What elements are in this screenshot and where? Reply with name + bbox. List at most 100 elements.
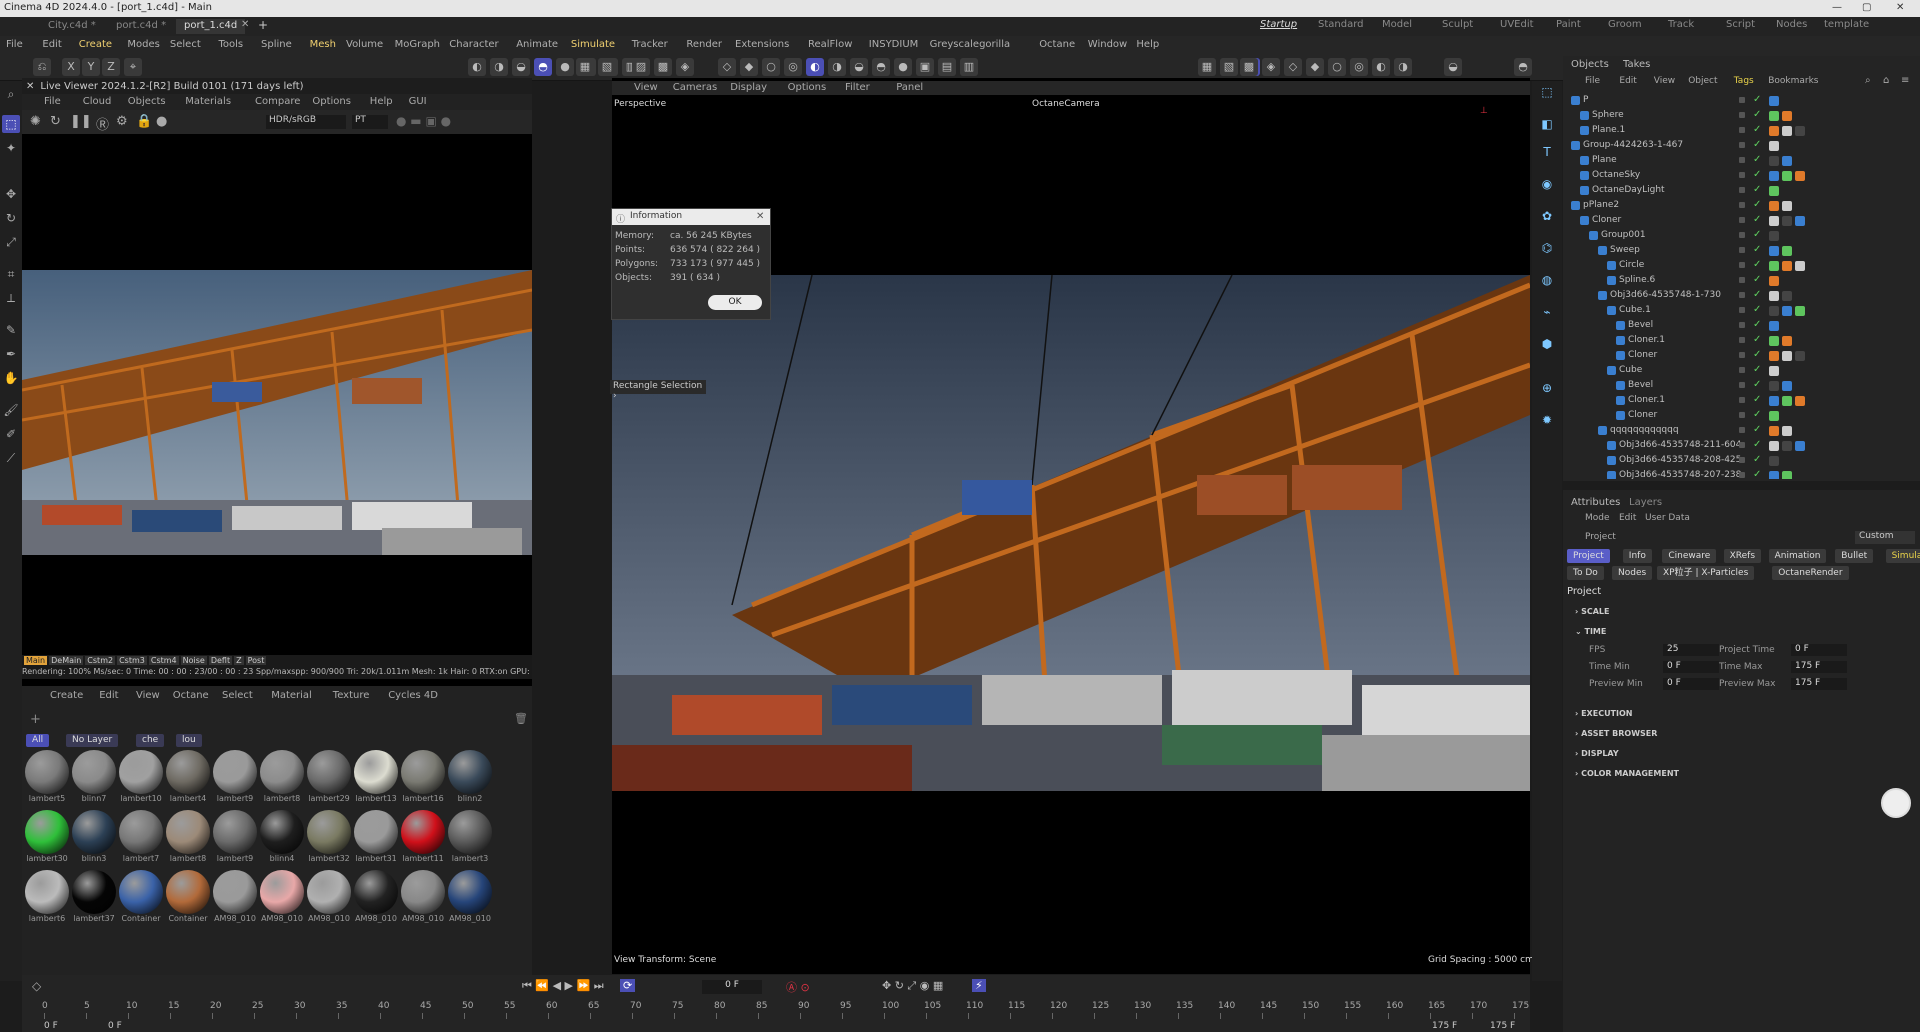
coord-y-button[interactable]: Y [82,58,100,76]
end-frame[interactable]: 175 F [1490,1021,1515,1031]
object-row[interactable]: Bevel ✓ [1563,319,1920,334]
current-frame-field[interactable]: 0 F [702,980,762,994]
material-swatch[interactable]: lambert31 [353,810,399,863]
object-tag-icon[interactable] [1782,261,1792,271]
material-menu-create[interactable]: Create [50,690,83,701]
material-swatch[interactable]: lambert37 [71,870,117,923]
section-time[interactable]: ⌄ TIME [1575,627,1606,636]
menu-realflow[interactable]: RealFlow [808,39,852,50]
material-swatch[interactable]: AM98_010 [353,870,399,923]
layout-track[interactable]: Track [1668,19,1694,30]
menu-file[interactable]: File [6,39,23,50]
visibility-icon[interactable] [1739,337,1745,343]
object-tag-icon[interactable] [1769,246,1779,256]
object-row[interactable]: P ✓ [1563,94,1920,109]
menu-edit[interactable]: Edit [42,39,61,50]
material-swatch[interactable]: Container [165,870,211,923]
enabled-check-icon[interactable]: ✓ [1753,94,1761,105]
enabled-check-icon[interactable]: ✓ [1753,259,1761,270]
object-tag-icon[interactable] [1795,351,1805,361]
menu-tools[interactable]: Tools [219,39,244,50]
live-menu-compare[interactable]: Compare [255,96,300,107]
layer-filter-all[interactable]: All [26,734,50,747]
object-row[interactable]: Sweep ✓ [1563,244,1920,259]
toolbar-tool-icon[interactable]: ● [556,58,574,76]
object-tag-icon[interactable] [1782,336,1792,346]
enabled-check-icon[interactable]: ✓ [1753,109,1761,120]
view-icon[interactable]: ⬚ [1538,85,1556,103]
toolbar-tool-icon[interactable]: ▦ [1198,58,1216,76]
file-tab-port-1[interactable]: port_1.c4d [176,19,246,34]
enabled-check-icon[interactable]: ✓ [1753,229,1761,240]
menu-greyscalegorilla[interactable]: Greyscalegorilla [930,39,1011,50]
enabled-check-icon[interactable]: ✓ [1753,334,1761,345]
field-value[interactable]: 175 F [1791,678,1847,690]
enabled-check-icon[interactable]: ✓ [1753,469,1761,479]
toolbar-tool-icon[interactable]: ◑ [828,58,846,76]
coord-z-button[interactable]: Z [102,58,120,76]
enabled-check-icon[interactable]: ✓ [1753,319,1761,330]
field-value[interactable]: 0 F [1663,678,1719,690]
generator-icon[interactable]: ⬢ [1538,337,1556,355]
environment-icon[interactable]: ⊕ [1538,381,1556,399]
object-row[interactable]: OctaneSky ✓ [1563,169,1920,184]
close-tab-icon[interactable]: ✕ [241,19,249,30]
visibility-icon[interactable] [1739,157,1745,163]
enabled-check-icon[interactable]: ✓ [1753,379,1761,390]
visibility-icon[interactable] [1739,292,1745,298]
menu-insydium[interactable]: INSYDIUM [869,39,918,50]
enabled-check-icon[interactable]: ✓ [1753,154,1761,165]
toolbar-tool-icon[interactable]: ▣ [916,58,934,76]
attr-tab-info[interactable]: Info [1622,549,1652,563]
render-pass-chip[interactable]: Main [24,656,48,665]
attr-tab-cineware[interactable]: Cineware [1662,549,1717,563]
enabled-check-icon[interactable]: ✓ [1753,364,1761,375]
search-icon[interactable]: ⌕ [1865,75,1871,86]
visibility-icon[interactable] [1739,367,1745,373]
visibility-icon[interactable] [1739,412,1745,418]
region-render-icon[interactable]: Ⓡ [96,114,109,133]
viewport-menu-view[interactable]: View [634,82,658,93]
attr-tab-row2[interactable]: XP粒子 | X-Particles [1657,566,1755,580]
material-menu-view[interactable]: View [136,690,160,701]
axis-icon[interactable]: ⟂ [2,289,20,307]
enabled-check-icon[interactable]: ✓ [1753,304,1761,315]
visibility-icon[interactable] [1739,142,1745,148]
toolbar-tool-icon[interactable]: ◎ [784,58,802,76]
object-row[interactable]: Spline.6 ✓ [1563,274,1920,289]
preview-start-frame[interactable]: 0 F [108,1021,122,1031]
selection-tool-icon[interactable]: ⬚ [2,115,20,133]
visibility-icon[interactable] [1739,97,1745,103]
scale-tool-icon[interactable]: ⤢ [2,233,20,251]
object-tag-icon[interactable] [1769,291,1779,301]
section-scale[interactable]: › SCALE [1575,607,1609,616]
material-swatch[interactable]: AM98_010 [259,870,305,923]
layout-paint[interactable]: Paint [1556,19,1581,30]
object-row[interactable]: Obj3d66-4535748-207-238 ✓ [1563,469,1920,479]
attr-tab-bullet[interactable]: Bullet [1835,549,1874,563]
menu-window[interactable]: Window [1088,39,1127,50]
toolbar-tool-icon[interactable]: ◆ [740,58,758,76]
object-tag-icon[interactable] [1782,471,1792,479]
layout-uvedit[interactable]: UVEdit [1500,19,1534,30]
object-tag-icon[interactable] [1782,216,1792,226]
attr-tab-row2[interactable]: Nodes [1612,566,1653,580]
toolbar-tool-icon[interactable]: ○ [1328,58,1346,76]
visibility-icon[interactable] [1739,112,1745,118]
render-pass-chip[interactable]: Post [245,656,267,665]
viewport-menu-display[interactable]: Display [730,82,767,93]
object-tag-icon[interactable] [1782,441,1792,451]
render-pass-chip[interactable]: Z [234,656,244,665]
object-row[interactable]: Cloner.1 ✓ [1563,334,1920,349]
loop-icon[interactable]: ⟳ [620,979,636,992]
object-tag-icon[interactable] [1782,381,1792,391]
object-tag-icon[interactable] [1782,171,1792,181]
live-menu-options[interactable]: Options [312,96,351,107]
field-icon[interactable]: ◍ [1538,273,1556,291]
object-tag-icon[interactable] [1769,366,1779,376]
material-swatch[interactable]: lambert8 [259,750,305,803]
visibility-icon[interactable] [1739,262,1745,268]
render-passes-icon[interactable]: ● ▬ ▣ ● [396,114,451,128]
menu-animate[interactable]: Animate [516,39,558,50]
snap-icon[interactable]: ⌗ [2,265,20,283]
